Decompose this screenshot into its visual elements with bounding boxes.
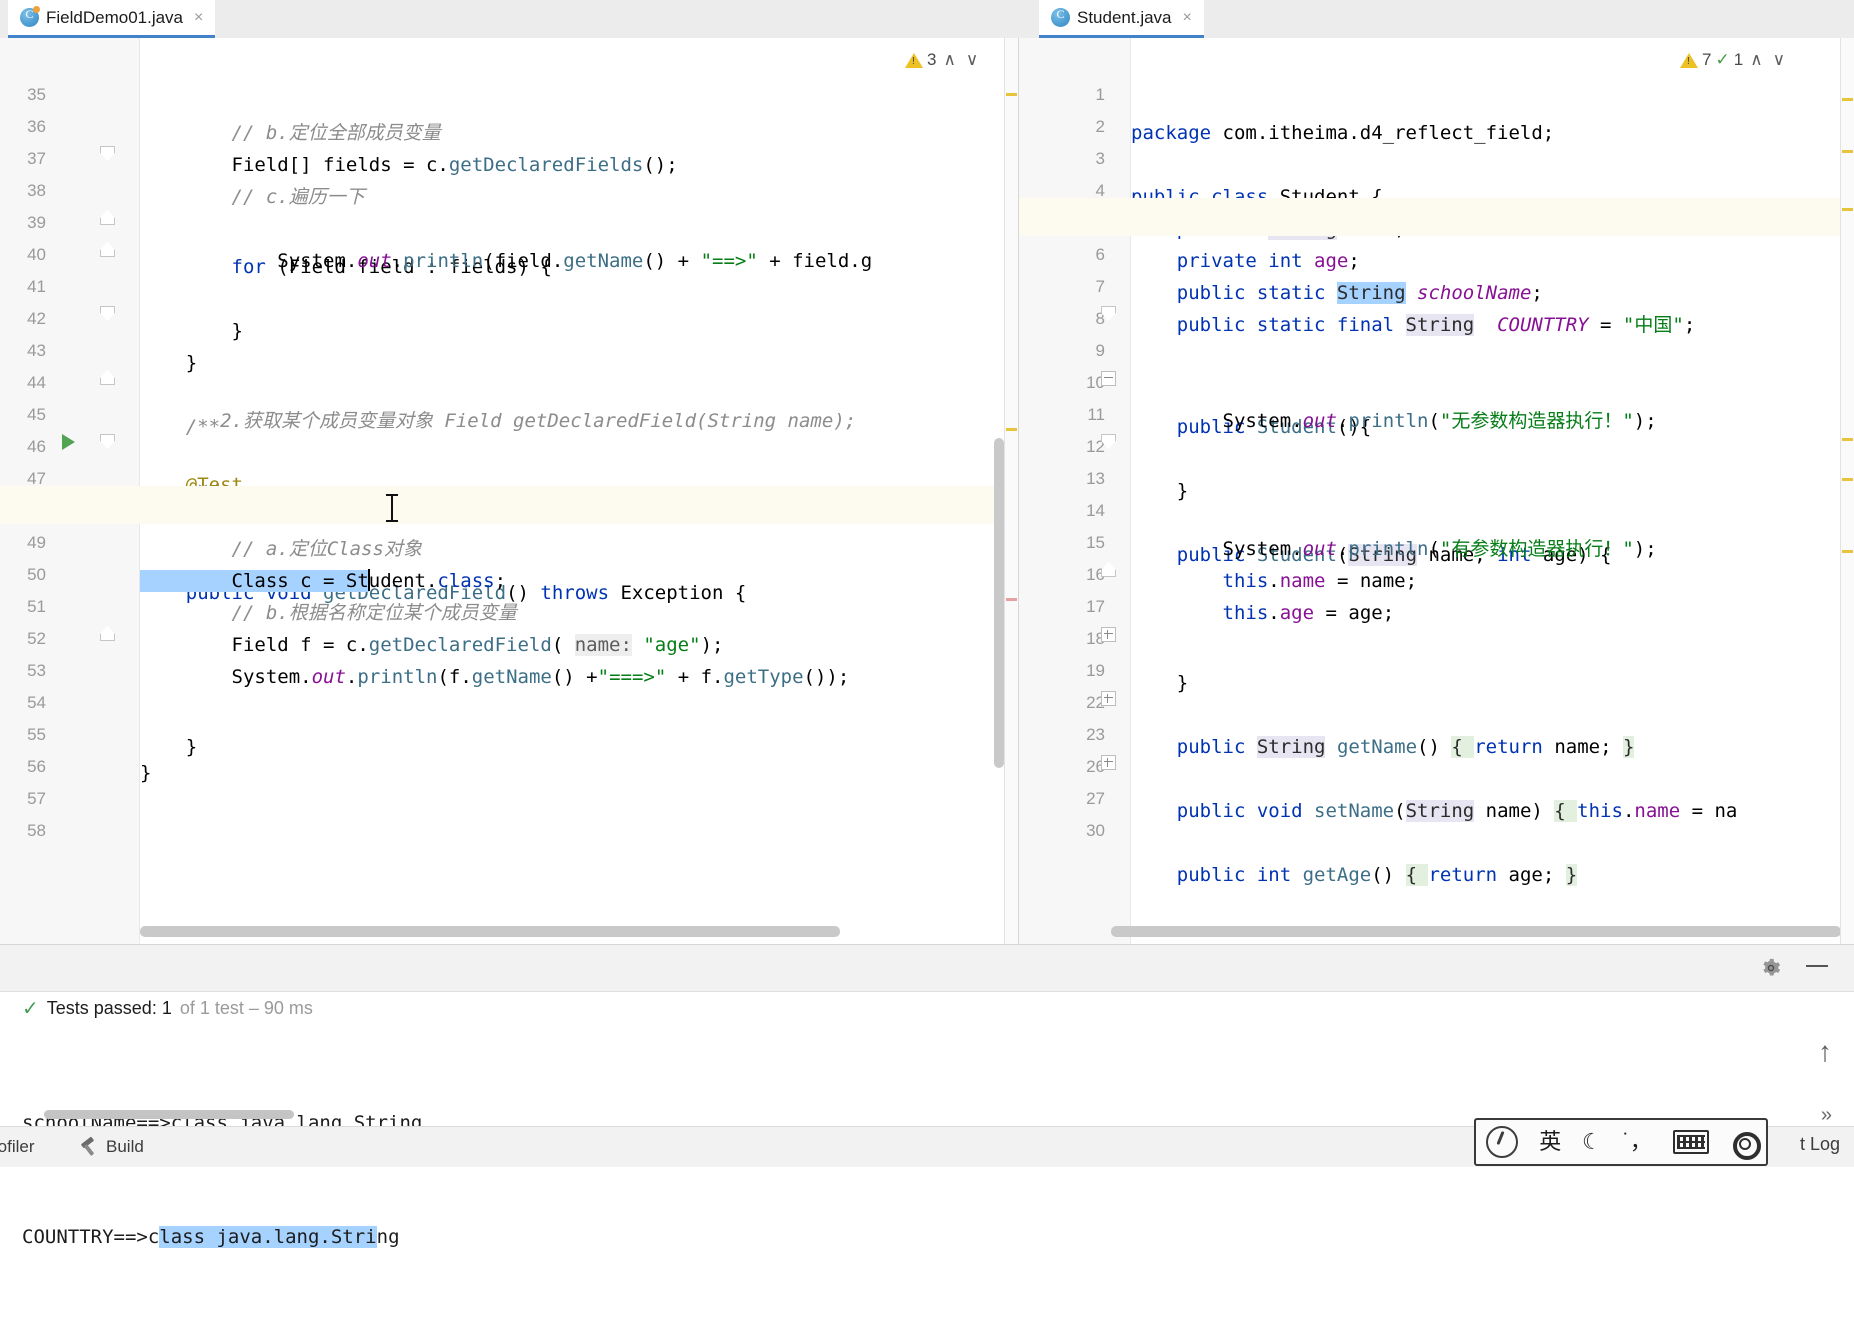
- next-problem-icon[interactable]: ∨: [1770, 50, 1788, 70]
- status-build[interactable]: Build: [80, 1137, 144, 1157]
- prev-problem-icon[interactable]: ∧: [940, 50, 958, 70]
- stripe-mark-warning: [1842, 438, 1853, 441]
- java-class-icon: [20, 6, 40, 27]
- left-editor-tabbar: FieldDemo01.java ×: [0, 0, 1018, 39]
- stripe-mark-warning: [1842, 208, 1853, 211]
- check-icon: ✓: [22, 998, 39, 1020]
- stripe-mark-warning: [1842, 98, 1853, 101]
- tab-label: Student.java: [1077, 7, 1172, 27]
- stripe-mark-warning: [1842, 478, 1853, 481]
- typo-icon: ✓: [1715, 50, 1730, 69]
- editor-student[interactable]: 1 package com.itheima.d4_reflect_field; …: [1018, 38, 1854, 944]
- fold-end-icon[interactable]: [1101, 562, 1116, 577]
- expand-icon[interactable]: »: [1821, 1104, 1832, 1127]
- fold-collapse-icon[interactable]: [100, 306, 115, 321]
- left-horizontal-scrollbar[interactable]: [140, 926, 840, 937]
- prev-problem-icon[interactable]: ∧: [1747, 50, 1765, 70]
- fold-end-icon[interactable]: [100, 210, 115, 225]
- right-code-lines: 1 package com.itheima.d4_reflect_field; …: [1019, 38, 1854, 944]
- warning-icon: [905, 52, 923, 68]
- right-analysis-stripe[interactable]: [1840, 38, 1854, 944]
- sogou-logo-icon[interactable]: [1486, 1126, 1519, 1158]
- build-label: Build: [106, 1137, 144, 1156]
- fold-expand-icon[interactable]: [1101, 691, 1116, 706]
- next-problem-icon[interactable]: ∨: [963, 50, 981, 70]
- left-inspection-widget[interactable]: 3 ∧ ∨: [905, 50, 981, 70]
- scroll-up-icon[interactable]: ↑: [1818, 1036, 1832, 1068]
- console-line: COUNTTRY==>class java.lang.String: [22, 1226, 400, 1248]
- line-number: 58: [27, 821, 46, 840]
- fold-end-icon[interactable]: [100, 370, 115, 385]
- tab-fielddemo01-java[interactable]: FieldDemo01.java ×: [8, 0, 216, 38]
- right-editor-tabbar: Student.java ×: [1018, 0, 1854, 39]
- line-number: 30: [1086, 821, 1105, 840]
- fold-end-icon[interactable]: [100, 626, 115, 641]
- console-output[interactable]: schoolName==>class java.lang.String COUN…: [22, 1028, 1812, 1248]
- code-line: 30: [1019, 774, 1854, 840]
- close-icon[interactable]: ×: [1183, 9, 1192, 27]
- fold-collapse-icon[interactable]: [1101, 306, 1116, 321]
- stripe-mark-warning: [1842, 150, 1853, 153]
- right-inspection-widget[interactable]: 7 ✓ 1 ∧ ∨: [1680, 50, 1788, 70]
- warning-icon: [1680, 52, 1698, 68]
- right-horizontal-scrollbar[interactable]: [1111, 926, 1841, 937]
- tab-student-java[interactable]: Student.java ×: [1039, 0, 1204, 38]
- gear-icon[interactable]: [1760, 957, 1782, 979]
- warning-count: 3: [927, 50, 937, 69]
- run-toolbar: [0, 945, 1854, 992]
- line-content: public int getAge() { return age; }: [1131, 864, 1578, 886]
- left-vertical-scrollbar[interactable]: [994, 438, 1004, 768]
- gear-icon[interactable]: [1730, 1129, 1761, 1160]
- hammer-icon: [80, 1138, 98, 1156]
- fold-end-icon[interactable]: [1101, 371, 1116, 386]
- code-line: 58: [0, 774, 1018, 840]
- profiler-label: rofiler: [0, 1137, 35, 1156]
- left-code-lines: 35 // b.定位全部成员变量 36 Field[] fields = c.g…: [0, 38, 1018, 944]
- keyboard-icon[interactable]: [1672, 1130, 1709, 1154]
- ide-window: FieldDemo01.java × Student.java × 35 // …: [0, 0, 1854, 1248]
- close-icon[interactable]: ×: [194, 9, 203, 27]
- typo-count: 1: [1733, 50, 1744, 69]
- warning-count: 7: [1702, 50, 1712, 69]
- editor-fielddemo01[interactable]: 35 // b.定位全部成员变量 36 Field[] fields = c.g…: [0, 38, 1018, 944]
- fold-end-icon[interactable]: [100, 242, 115, 257]
- status-build-log[interactable]: t Log: [1800, 1134, 1840, 1155]
- status-profiler[interactable]: rofiler: [0, 1137, 35, 1157]
- java-class-icon: [1051, 7, 1070, 27]
- stripe-mark-error: [1006, 598, 1017, 601]
- left-analysis-stripe[interactable]: [1004, 38, 1019, 944]
- tab-label: FieldDemo01.java: [46, 7, 184, 27]
- run-test-icon[interactable]: [62, 434, 75, 450]
- ime-toolbar[interactable]: 英 ☾ ˙，: [1474, 1118, 1768, 1166]
- test-status-primary: Tests passed: 1: [46, 998, 172, 1018]
- test-status-secondary: of 1 test – 90 ms: [179, 998, 313, 1018]
- test-status: ✓ Tests passed: 1 of 1 test – 90 ms: [22, 996, 313, 1021]
- fold-expand-icon[interactable]: [1101, 627, 1116, 642]
- ime-mode-button[interactable]: 英: [1539, 1131, 1561, 1153]
- stripe-mark-warning: [1006, 93, 1017, 96]
- fold-collapse-icon[interactable]: [100, 146, 115, 161]
- fold-collapse-icon[interactable]: [1101, 434, 1116, 449]
- fold-collapse-icon[interactable]: [100, 434, 115, 449]
- minimize-icon[interactable]: [1806, 965, 1828, 967]
- fold-expand-icon[interactable]: [1101, 755, 1116, 770]
- punctuation-icon[interactable]: ˙，: [1623, 1131, 1652, 1153]
- moon-icon[interactable]: ☾: [1582, 1131, 1602, 1153]
- stripe-mark-warning: [1006, 428, 1017, 431]
- console-horizontal-scrollbar[interactable]: [44, 1110, 294, 1119]
- text-cursor-icon: [386, 493, 398, 523]
- stripe-mark-warning: [1842, 550, 1853, 553]
